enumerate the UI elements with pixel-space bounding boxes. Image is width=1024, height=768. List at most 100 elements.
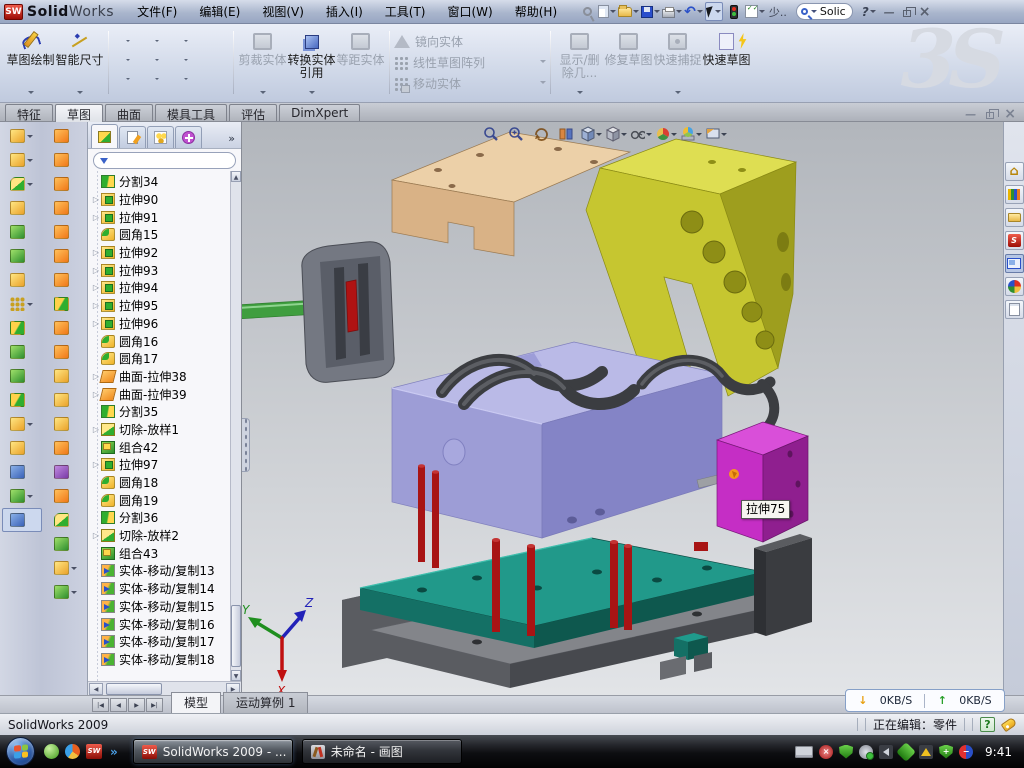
ribbon-row-button[interactable]: 镜向实体 [394, 33, 546, 50]
hide-show-icon[interactable] [630, 124, 652, 144]
expand-arrow-icon[interactable] [91, 283, 101, 292]
quick-launch-overflow[interactable]: » [108, 745, 120, 759]
previous[interactable] [110, 698, 127, 712]
tree-item[interactable]: 圆角19 [91, 491, 229, 509]
dimxpertmanager-icon[interactable] [175, 126, 202, 148]
freeform-icon[interactable] [45, 244, 85, 268]
part-cavity-clamp[interactable] [302, 242, 394, 383]
undo-icon[interactable] [684, 2, 703, 21]
save-icon[interactable] [641, 2, 660, 21]
text[interactable] [200, 50, 229, 69]
tree-item[interactable]: 拉伸93 [91, 261, 229, 279]
arc[interactable] [142, 50, 171, 69]
axis-icon[interactable] [2, 460, 42, 484]
expand-arrow-icon[interactable] [91, 266, 101, 275]
tree-item[interactable]: 实体-移动/复制13 [91, 562, 229, 580]
curve-icon[interactable] [2, 484, 42, 508]
scroll-left-icon[interactable]: ◀ [89, 683, 103, 695]
bend-icon[interactable] [45, 340, 85, 364]
configurationmanager-icon[interactable] [147, 126, 174, 148]
polygon[interactable] [142, 69, 171, 88]
ribbon-button[interactable]: 剪裁实体 [238, 29, 287, 97]
tree-item[interactable]: 曲面-拉伸38 [91, 368, 229, 386]
select-cursor-icon[interactable] [705, 2, 723, 21]
quick-tips-icon[interactable]: ? [980, 717, 995, 732]
scroll-thumb[interactable] [231, 605, 241, 667]
scroll-down-icon[interactable]: ▼ [231, 670, 241, 681]
indent-icon[interactable] [45, 292, 85, 316]
propertymanager-icon[interactable] [119, 126, 146, 148]
browser-ball-icon[interactable] [65, 744, 80, 759]
split-icon[interactable] [2, 340, 42, 364]
ribbon-button[interactable]: 草图绘制 [6, 29, 55, 97]
circle[interactable] [142, 31, 171, 50]
design-library-icon[interactable] [1005, 185, 1024, 204]
ribbon-button[interactable]: 修复草图 [604, 29, 653, 97]
fillet-icon[interactable] [2, 172, 42, 196]
dome-surface-icon[interactable] [45, 532, 85, 556]
study-tab[interactable]: 模型 [171, 692, 221, 713]
reference-point-icon[interactable] [45, 556, 85, 580]
工具(T)[interactable]: 工具(T) [374, 0, 437, 23]
extruded-boss-icon[interactable] [2, 124, 42, 148]
tree-item[interactable]: 圆角18 [91, 474, 229, 492]
tree-item[interactable]: 拉伸97 [91, 456, 229, 474]
command-tab[interactable]: 特征 [5, 104, 53, 121]
tree-item[interactable]: 拉伸91 [91, 208, 229, 226]
command-tab[interactable]: 草图 [55, 104, 103, 122]
combine-icon[interactable] [2, 364, 42, 388]
tree-vertical-scrollbar[interactable]: ▲ ▼ [230, 171, 241, 681]
expand-arrow-icon[interactable] [91, 213, 101, 222]
ribbon-button[interactable]: 快速捕捉 [653, 29, 702, 97]
view-palette-icon[interactable] [1005, 254, 1024, 273]
scene-icon[interactable] [680, 124, 702, 144]
thicken-icon[interactable] [45, 388, 85, 412]
帮助(H)[interactable]: 帮助(H) [504, 0, 568, 23]
tree-item[interactable]: 圆角17 [91, 350, 229, 368]
extruded-cut-icon[interactable] [2, 148, 42, 172]
ribbon-button[interactable]: 转换实体引用 [287, 29, 336, 97]
move-copy-body-icon[interactable] [2, 388, 42, 412]
doc-restore-icon[interactable] [986, 112, 994, 119]
command-tab[interactable]: 评估 [229, 104, 277, 121]
expand-arrow-icon[interactable] [91, 301, 101, 310]
插入(I)[interactable]: 插入(I) [315, 0, 374, 23]
flex-icon[interactable] [45, 220, 85, 244]
line[interactable] [113, 31, 142, 50]
视图(V)[interactable]: 视图(V) [251, 0, 315, 23]
tree-item[interactable]: 圆角15 [91, 226, 229, 244]
taskbar-clock[interactable]: 9:41 [979, 745, 1018, 759]
rotate-view-icon[interactable] [530, 124, 552, 144]
minimize-icon[interactable] [884, 5, 895, 19]
graphics-viewport[interactable]: Y Z X 拉伸75 [242, 122, 1003, 695]
next[interactable] [128, 698, 145, 712]
appearances-icon[interactable] [1005, 277, 1024, 296]
antivirus-icon[interactable] [839, 745, 853, 759]
new-document-icon[interactable] [598, 2, 616, 21]
expand-arrow-icon[interactable] [91, 319, 101, 328]
design-checker-icon[interactable]: ✓✓ [745, 2, 765, 21]
taskbar-button-solidworks[interactable]: SW SolidWorks 2009 - ... [133, 739, 293, 764]
panel-splitter-handle[interactable] [242, 418, 250, 472]
ribbon-button[interactable]: 等距实体 [336, 29, 385, 97]
view-settings-icon[interactable] [705, 124, 727, 144]
tree-filter-input[interactable] [93, 152, 236, 169]
status-light-icon[interactable] [725, 2, 743, 21]
plane-icon[interactable] [2, 436, 42, 460]
tree-item[interactable]: 实体-移动/复制16 [91, 615, 229, 633]
instant3d-icon[interactable] [2, 508, 42, 532]
ribbon-button[interactable]: 显示/删除几... [555, 29, 604, 97]
scroll-thumb-horizontal[interactable] [106, 683, 162, 695]
solidworks-quicklaunch-icon[interactable]: SW [86, 744, 102, 759]
keyboard-icon[interactable] [795, 746, 813, 758]
revolved-boss-icon[interactable] [45, 124, 85, 148]
pin-icon[interactable] [578, 2, 596, 21]
tree-item[interactable]: 分割34 [91, 173, 229, 191]
tree-item[interactable]: 实体-移动/复制18 [91, 651, 229, 669]
command-tab[interactable]: 模具工具 [155, 104, 227, 121]
tree-item[interactable]: 拉伸95 [91, 297, 229, 315]
swept-cut-icon[interactable] [45, 172, 85, 196]
rect[interactable] [113, 50, 142, 69]
volume-icon[interactable] [879, 745, 893, 759]
help-icon[interactable] [860, 2, 878, 21]
